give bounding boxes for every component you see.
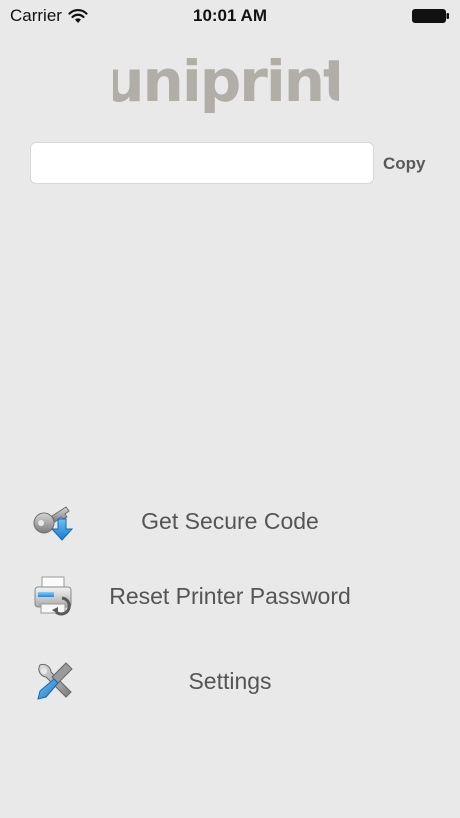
secure-code-field[interactable]	[30, 142, 374, 184]
logo-wordmark: uniprint	[113, 58, 339, 115]
settings-label: Settings	[188, 668, 272, 694]
status-bar: Carrier 10:01 AM	[0, 0, 460, 32]
reset-printer-password-label: Reset Printer Password	[109, 583, 351, 609]
battery-icon	[412, 9, 449, 23]
settings-button[interactable]: Settings	[0, 653, 460, 709]
reset-printer-password-button[interactable]: Reset Printer Password	[0, 568, 460, 624]
copy-button[interactable]: Copy	[383, 154, 426, 174]
get-secure-code-button[interactable]: Get Secure Code	[0, 493, 460, 549]
uniprint-logo: uniprint	[113, 58, 339, 115]
status-time: 10:01 AM	[192, 6, 267, 25]
get-secure-code-label: Get Secure Code	[141, 508, 319, 534]
